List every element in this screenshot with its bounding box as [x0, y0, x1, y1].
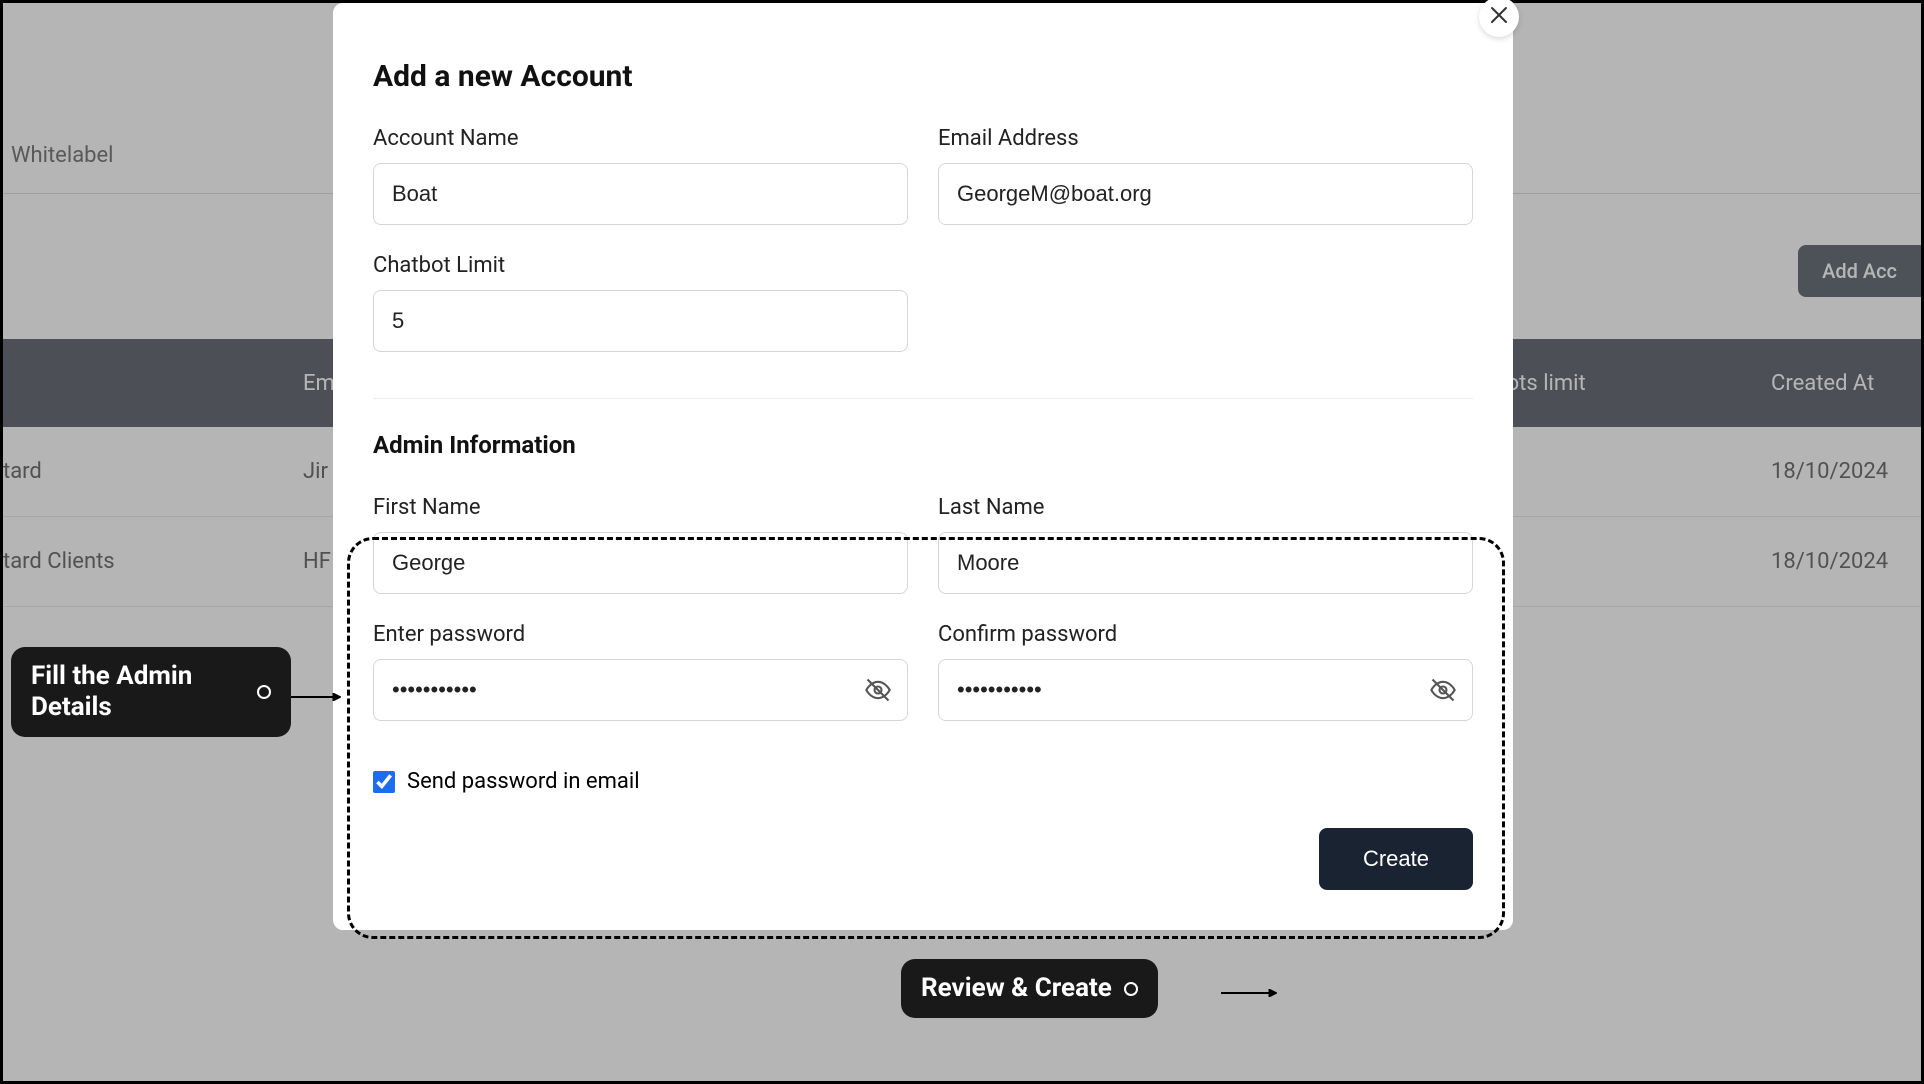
callout-dot-icon — [1124, 982, 1138, 996]
admin-callout-text: Fill the Admin Details — [31, 661, 245, 723]
admin-section-heading-wrap: Admin Information — [373, 431, 1473, 467]
chatbot-limit-input[interactable] — [373, 290, 908, 352]
password-field: Enter password — [373, 622, 908, 721]
review-callout-text: Review & Create — [921, 973, 1112, 1004]
admin-section-title: Admin Information — [373, 431, 1473, 459]
chatbot-limit-field: Chatbot Limit — [373, 253, 908, 352]
send-password-row: Send password in email — [373, 749, 1473, 794]
review-callout: Review & Create — [901, 959, 1158, 1018]
account-name-label: Account Name — [373, 126, 908, 151]
send-password-label: Send password in email — [407, 769, 640, 794]
arrow-icon — [291, 693, 341, 701]
admin-callout: Fill the Admin Details — [11, 647, 291, 737]
eye-off-icon[interactable] — [1429, 676, 1457, 704]
send-password-checkbox[interactable] — [373, 771, 395, 793]
modal-footer: Create — [373, 828, 1473, 890]
first-name-input[interactable] — [373, 532, 908, 594]
email-input[interactable] — [938, 163, 1473, 225]
password-label: Enter password — [373, 622, 908, 647]
password-input[interactable] — [373, 659, 908, 721]
first-name-label: First Name — [373, 495, 908, 520]
chatbot-limit-label: Chatbot Limit — [373, 253, 908, 278]
confirm-password-label: Confirm password — [938, 622, 1473, 647]
modal-title: Add a new Account — [373, 59, 1473, 94]
section-divider — [373, 398, 1473, 399]
confirm-password-input[interactable] — [938, 659, 1473, 721]
account-name-field: Account Name — [373, 126, 908, 225]
first-name-field: First Name — [373, 495, 908, 594]
last-name-input[interactable] — [938, 532, 1473, 594]
email-field: Email Address — [938, 126, 1473, 225]
account-name-input[interactable] — [373, 163, 908, 225]
create-button[interactable]: Create — [1319, 828, 1473, 890]
eye-off-icon[interactable] — [864, 676, 892, 704]
last-name-field: Last Name — [938, 495, 1473, 594]
last-name-label: Last Name — [938, 495, 1473, 520]
confirm-password-field: Confirm password — [938, 622, 1473, 721]
callout-dot-icon — [257, 685, 271, 699]
add-account-modal: Add a new Account Account Name Email Add… — [333, 3, 1513, 930]
email-label: Email Address — [938, 126, 1473, 151]
close-icon — [1490, 5, 1508, 30]
arrow-icon — [1221, 989, 1277, 997]
